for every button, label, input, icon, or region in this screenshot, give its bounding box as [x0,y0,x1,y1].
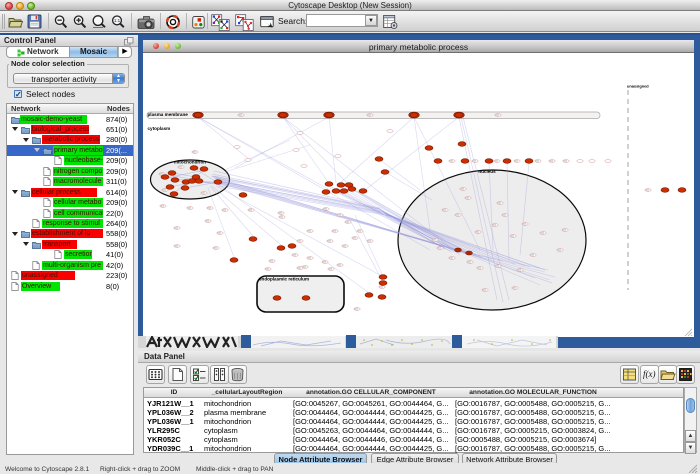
svg-text:1:1: 1:1 [114,18,121,23]
